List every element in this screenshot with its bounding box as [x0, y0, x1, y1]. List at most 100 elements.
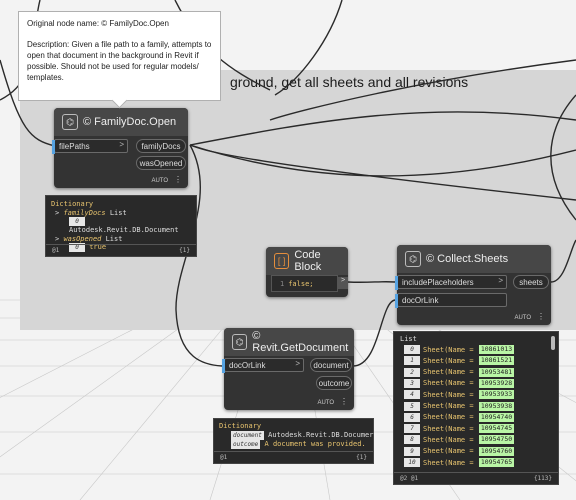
sheet-label: Sheet(Name = ) [423, 458, 483, 467]
node-title: © Collect.Sheets [426, 253, 509, 265]
revit-getdocument-node[interactable]: ⌬ © Revit.GetDocument docOrLink > docume… [222, 328, 354, 410]
list-item: 3 Sheet(Name = ) 10953928 [404, 378, 514, 389]
node-header[interactable]: [ ] Code Block [266, 247, 348, 275]
sheet-label: Sheet(Name = ) [423, 447, 483, 456]
chevron-right-icon: > [119, 140, 124, 149]
sheet-id-value: 10861013 [479, 345, 514, 354]
python-node-icon: ⌬ [405, 251, 421, 267]
preview-footer: @2 @1 {113} [394, 472, 558, 484]
node-header[interactable]: ⌬ © FamilyDoc.Open [54, 108, 188, 136]
list-item: 4 Sheet(Name = ) 10953933 [404, 389, 514, 400]
run-mode[interactable]: AUTO ⋮ [151, 175, 182, 184]
node-tooltip: Original node name: © FamilyDoc.Open Des… [18, 11, 221, 101]
list-index: 0 [404, 345, 420, 354]
sheet-label: Sheet(Name = ) [423, 356, 483, 365]
node-title: Code Block [294, 249, 322, 273]
port-label: filePaths [59, 141, 90, 151]
collect-sheets-node[interactable]: ⌬ © Collect.Sheets includePlaceholders >… [395, 245, 551, 325]
list-value: Autodesk.Revit.DB.Document [69, 226, 179, 234]
expand-icon[interactable]: > [55, 209, 59, 217]
list-index: 3 [404, 378, 420, 388]
list-item: 8 Sheet(Name = ) 10954750 [404, 434, 514, 445]
list-item: 2 Sheet(Name = ) 10953481 [404, 367, 514, 378]
list-index: 10 [404, 458, 420, 467]
sheet-label: Sheet(Name = ) [423, 402, 483, 410]
graph-canvas[interactable]: ground, get all sheets and all revisions… [0, 0, 576, 500]
more-options-icon[interactable]: ⋮ [174, 175, 182, 184]
dict-value: A document was provided. [264, 439, 366, 448]
dict-key: outcome [231, 439, 261, 449]
list-item: 9 Sheet(Name = ) 10954760 [404, 446, 514, 457]
node-header[interactable]: ⌬ © Revit.GetDocument [224, 328, 354, 356]
expand-icon[interactable]: > [55, 235, 59, 243]
sheet-id-value: 10953938 [479, 401, 514, 411]
count-label: {1} [179, 247, 190, 254]
list-item: 7 Sheet(Name = ) 10954745 [404, 423, 514, 434]
list-item: 5 Sheet(Name = ) 10953938 [404, 401, 514, 412]
sheet-label: Sheet(Name = ) [423, 379, 483, 388]
list-item: 10 Sheet(Name = ) 10954765 [404, 457, 514, 468]
input-port-includeplaceholders[interactable]: includePlaceholders > [395, 275, 507, 290]
list-index: 1 [404, 356, 420, 366]
preview-bubble-sheets[interactable]: List 0 Sheet(Name = ) 10861013 1 Sheet(Name … [393, 331, 559, 485]
output-port-document[interactable]: document [310, 358, 352, 372]
sheet-label: Sheet(Name = ) [423, 390, 483, 399]
count-label: {1} [356, 454, 367, 461]
port-label: includePlaceholders [402, 277, 474, 287]
run-mode-label: AUTO [317, 400, 334, 406]
more-options-icon[interactable]: ⋮ [340, 397, 348, 406]
run-mode-label: AUTO [514, 315, 531, 321]
output-port-wasopened[interactable]: wasOpened [136, 156, 186, 170]
preview-bubble-familydoc[interactable]: Dictionary > familyDocs List 0 Autodesk.… [45, 195, 197, 257]
dict-type: List [109, 208, 127, 217]
dict-key: document [231, 430, 264, 440]
output-port-outcome[interactable]: outcome [316, 376, 352, 390]
input-port-docorlink[interactable]: docOrLink [395, 293, 507, 308]
dict-key: familyDocs [63, 208, 106, 217]
list-index: 5 [404, 401, 420, 411]
list-item: 6 Sheet(Name = ) 10954740 [404, 412, 514, 423]
node-header[interactable]: ⌬ © Collect.Sheets [397, 245, 551, 273]
level-label: @2 @1 [400, 475, 419, 482]
output-port-familydocs[interactable]: familyDocs [136, 139, 186, 153]
preview-header: List [400, 335, 417, 343]
port-label: docOrLink [229, 360, 266, 370]
sheet-label: Sheet(Name = ) [423, 435, 483, 444]
sheet-id-value: 10954765 [479, 458, 514, 467]
run-mode[interactable]: AUTO ⋮ [317, 397, 348, 406]
list-index: 2 [404, 367, 420, 377]
more-options-icon[interactable]: ⋮ [537, 312, 545, 321]
count-label: {113} [533, 475, 552, 482]
scrollbar[interactable] [551, 336, 555, 350]
familydoc-open-node[interactable]: ⌬ © FamilyDoc.Open filePaths > familyDoc… [52, 108, 188, 188]
code-editor[interactable]: 1 false; [271, 275, 338, 292]
list-index: 8 [404, 435, 420, 445]
run-mode-label: AUTO [151, 178, 168, 184]
code-output-port[interactable]: > [338, 277, 348, 289]
code-text: false; [288, 279, 314, 288]
group-title[interactable]: ground, get all sheets and all revisions [230, 74, 468, 90]
chevron-right-icon: > [498, 276, 503, 285]
preview-header: Dictionary [51, 200, 94, 208]
run-mode[interactable]: AUTO ⋮ [514, 312, 545, 321]
output-port-sheets[interactable]: sheets [513, 275, 549, 289]
preview-header: Dictionary [219, 422, 262, 430]
list-index: 0 [69, 217, 85, 226]
port-label: docOrLink [402, 295, 439, 305]
sheet-id-value: 10954740 [479, 412, 514, 422]
line-number: 1 [280, 279, 285, 288]
sheet-id-value: 10861521 [479, 356, 514, 366]
sheet-id-value: 10954760 [479, 446, 514, 456]
python-node-icon: ⌬ [62, 114, 78, 130]
input-port-docorlink[interactable]: docOrLink > [222, 358, 304, 373]
list-index: 4 [404, 390, 420, 400]
preview-bubble-getdocument[interactable]: Dictionary document Autodesk.Revit.DB.Do… [213, 418, 374, 464]
preview-footer: @1 {1} [214, 451, 373, 463]
list-item: 0 Sheet(Name = ) 10861013 [404, 344, 514, 355]
sheet-label: Sheet(Name = ) [423, 368, 483, 377]
dict-type: List [105, 234, 123, 243]
input-port-filepaths[interactable]: filePaths > [52, 139, 128, 154]
code-block-node[interactable]: [ ] Code Block 1 false; > [266, 247, 348, 297]
sheet-label: Sheet(Name = ) [423, 413, 483, 422]
dict-value: Autodesk.Revit.DB.Documer [268, 430, 374, 439]
